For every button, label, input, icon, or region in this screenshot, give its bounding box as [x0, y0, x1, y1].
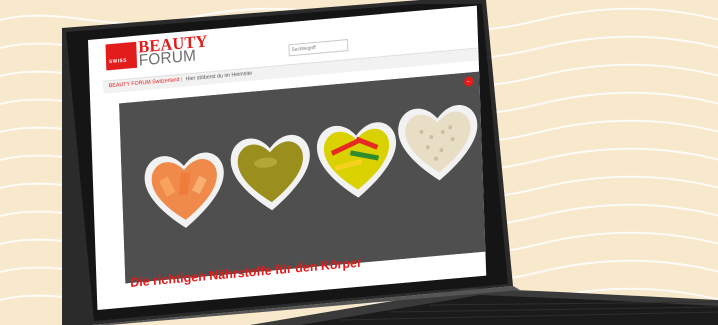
- hero-image[interactable]: ←: [119, 71, 486, 284]
- product-photo-scene: SWISS BEAUTY FORUM Suchbegriff BEAUTY FO…: [0, 0, 718, 325]
- logo-forum-text[interactable]: FORUM: [139, 48, 197, 71]
- heart-bowls-photo: [119, 71, 486, 284]
- nav-separator: |: [180, 76, 183, 83]
- nav-link-secondary[interactable]: Hier stöberst du im Heimsite: [186, 71, 253, 83]
- laptop-screen: SWISS BEAUTY FORUM Suchbegriff BEAUTY FO…: [88, 5, 487, 310]
- logo-red-box: [105, 41, 138, 71]
- search-input[interactable]: Suchbegriff: [288, 39, 349, 57]
- nav-link-primary[interactable]: BEAUTY FORUM Switzerland: [109, 77, 180, 89]
